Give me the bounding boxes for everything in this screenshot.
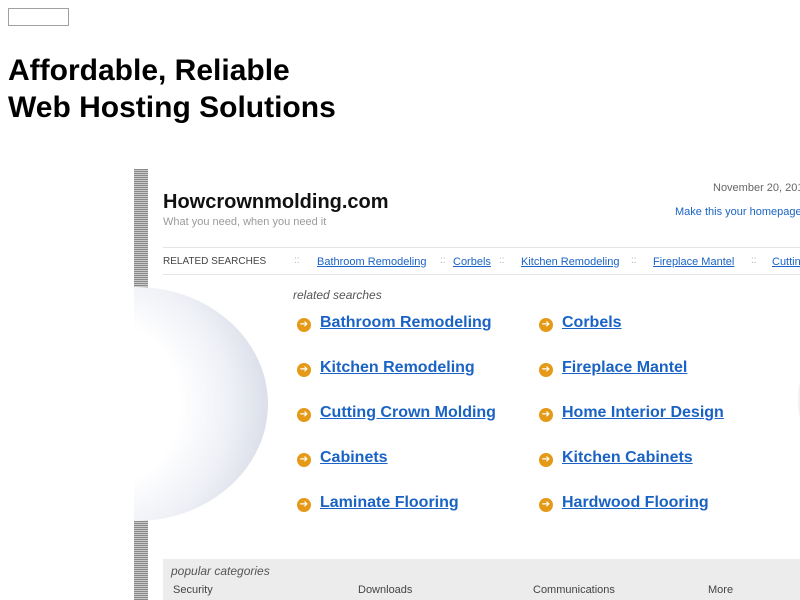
headline-line-1: Affordable, Reliable bbox=[8, 54, 290, 87]
related-link[interactable]: Corbels bbox=[562, 314, 622, 332]
arrow-right-circle-icon: ➔ bbox=[297, 498, 311, 512]
make-homepage-link[interactable]: Make this your homepage bbox=[675, 206, 800, 218]
related-link[interactable]: Hardwood Flooring bbox=[562, 494, 709, 512]
arrow-right-circle-icon: ➔ bbox=[297, 453, 311, 467]
arrow-right-circle-icon: ➔ bbox=[297, 408, 311, 422]
category-communications[interactable]: Communications bbox=[533, 584, 615, 596]
decorative-orb-left bbox=[134, 287, 268, 521]
bar-separator: :: bbox=[499, 255, 505, 266]
bar-separator: :: bbox=[294, 255, 300, 266]
related-link[interactable]: Fireplace Mantel bbox=[562, 359, 687, 377]
related-link[interactable]: Bathroom Remodeling bbox=[320, 314, 492, 332]
bar-link-corbels[interactable]: Corbels bbox=[453, 256, 491, 268]
parked-page-frame: Howcrownmolding.com What you need, when … bbox=[134, 169, 800, 600]
related-searches-title: related searches bbox=[293, 288, 382, 302]
bar-link-cutting[interactable]: Cuttin bbox=[772, 256, 800, 268]
arrow-right-circle-icon: ➔ bbox=[539, 363, 553, 377]
bar-link-kitchen-remodeling[interactable]: Kitchen Remodeling bbox=[521, 256, 619, 268]
related-link[interactable]: Cutting Crown Molding bbox=[320, 404, 496, 422]
popular-categories-box: popular categories Security Downloads Co… bbox=[163, 559, 800, 600]
hosting-headline: Affordable, Reliable Web Hosting Solutio… bbox=[8, 52, 336, 126]
related-link[interactable]: Laminate Flooring bbox=[320, 494, 459, 512]
arrow-right-circle-icon: ➔ bbox=[539, 408, 553, 422]
related-searches-label: RELATED SEARCHES bbox=[163, 256, 267, 267]
bar-separator: :: bbox=[440, 255, 446, 266]
bar-link-fireplace-mantel[interactable]: Fireplace Mantel bbox=[653, 256, 734, 268]
arrow-right-circle-icon: ➔ bbox=[539, 498, 553, 512]
arrow-right-circle-icon: ➔ bbox=[539, 453, 553, 467]
arrow-right-circle-icon: ➔ bbox=[539, 318, 553, 332]
related-bar-top-divider bbox=[163, 247, 800, 248]
site-title: Howcrownmolding.com bbox=[163, 191, 389, 213]
related-link[interactable]: Kitchen Cabinets bbox=[562, 449, 693, 467]
headline-line-2: Web Hosting Solutions bbox=[8, 91, 336, 124]
site-date: November 20, 201 bbox=[713, 182, 800, 194]
category-security[interactable]: Security bbox=[173, 584, 213, 596]
arrow-right-circle-icon: ➔ bbox=[297, 363, 311, 377]
top-input-box[interactable] bbox=[8, 8, 69, 26]
popular-categories-title: popular categories bbox=[171, 564, 270, 578]
bar-separator: :: bbox=[751, 255, 757, 266]
category-downloads[interactable]: Downloads bbox=[358, 584, 412, 596]
bar-separator: :: bbox=[631, 255, 637, 266]
related-link[interactable]: Home Interior Design bbox=[562, 404, 724, 422]
bar-link-bathroom-remodeling[interactable]: Bathroom Remodeling bbox=[317, 256, 426, 268]
category-more[interactable]: More bbox=[708, 584, 733, 596]
arrow-right-circle-icon: ➔ bbox=[297, 318, 311, 332]
related-link[interactable]: Cabinets bbox=[320, 449, 388, 467]
site-tagline: What you need, when you need it bbox=[163, 216, 327, 228]
related-link[interactable]: Kitchen Remodeling bbox=[320, 359, 475, 377]
related-bar-bottom-divider bbox=[163, 274, 800, 275]
